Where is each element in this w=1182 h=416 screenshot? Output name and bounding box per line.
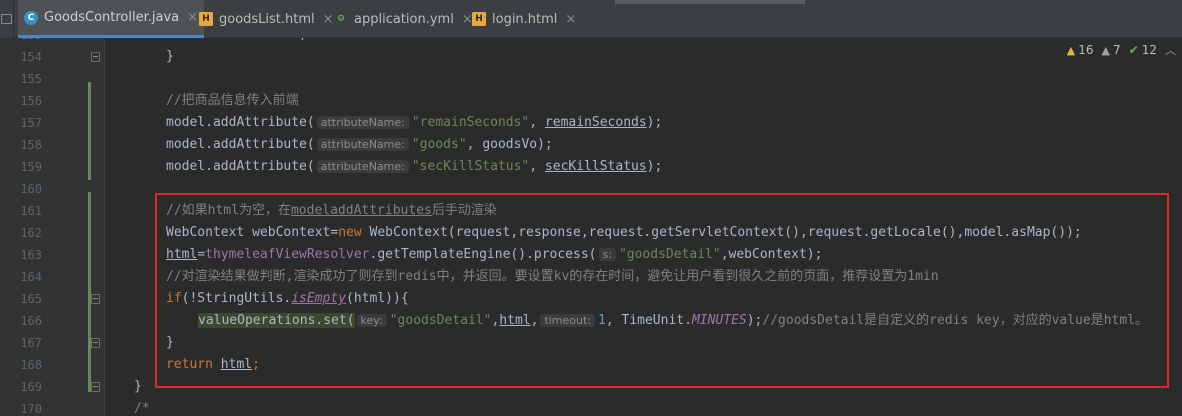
parameter-hint: attributeName: — [316, 116, 409, 129]
line-number: 159 — [20, 160, 42, 174]
tab-goodscontroller[interactable]: C GoodsController.java × — [18, 0, 205, 38]
tab-label: application.yml — [354, 11, 454, 27]
html-file-icon: H — [199, 12, 213, 26]
line-number: 169 — [20, 380, 42, 394]
tab-goodslist[interactable]: H goodsList.html × — [193, 0, 340, 38]
navigation-bar-fragment — [615, 0, 805, 4]
line-number: 168 — [20, 358, 42, 372]
code-line[interactable]: 156 //把商品信息传入前端 — [0, 90, 1182, 112]
line-number: 166 — [20, 314, 42, 328]
line-number: 170 — [20, 402, 42, 416]
tab-label: GoodsController.java — [44, 10, 180, 25]
java-class-icon: C — [24, 10, 38, 25]
code-text: /* — [134, 401, 150, 416]
editor-tab-bar: C GoodsController.java × H goodsList.htm… — [0, 0, 1182, 38]
tab-label: goodsList.html — [219, 11, 315, 27]
code-comment: //把商品信息传入前端 — [166, 93, 299, 108]
parameter-hint: attributeName: — [316, 138, 409, 151]
code-line[interactable]: 159 model.addAttribute(attributeName: "se… — [0, 156, 1182, 178]
fold-icon[interactable] — [91, 338, 100, 348]
close-icon[interactable]: × — [565, 12, 576, 27]
code-line[interactable]: 158 model.addAttribute(attributeName: "go… — [0, 134, 1182, 156]
code-text: } — [166, 49, 174, 64]
code-text: model.addAttribute(attributeName: "remain… — [166, 115, 663, 130]
html-file-icon: H — [472, 12, 486, 26]
line-number: 160 — [20, 182, 42, 196]
line-number: 156 — [20, 94, 42, 108]
line-number: 165 — [20, 292, 42, 306]
line-number: 162 — [20, 226, 42, 240]
fold-icon[interactable] — [91, 52, 100, 62]
code-text: } — [134, 379, 142, 394]
tab-application-yml[interactable]: ⚙ application.yml × — [328, 0, 479, 38]
parameter-hint: attributeName: — [316, 160, 409, 173]
project-tool-window-strip[interactable] — [0, 0, 14, 38]
tab-label: login.html — [492, 11, 558, 27]
tab-login[interactable]: H login.html × — [466, 0, 582, 38]
line-number: 161 — [20, 204, 42, 218]
line-number: 154 — [20, 50, 42, 64]
line-number: 158 — [20, 138, 42, 152]
yml-file-icon: ⚙ — [336, 14, 346, 24]
line-number: 167 — [20, 336, 42, 350]
code-line[interactable]: 154 } — [0, 46, 1182, 68]
code-line[interactable]: 157 model.addAttribute(attributeName: "re… — [0, 112, 1182, 134]
code-line[interactable]: 155 — [0, 68, 1182, 90]
highlight-box — [155, 193, 1169, 388]
line-number: 164 — [20, 270, 42, 284]
line-number: 155 — [20, 72, 42, 86]
code-line[interactable]: 170 /* — [0, 398, 1182, 416]
line-number: 157 — [20, 116, 42, 130]
line-number: 163 — [20, 248, 42, 262]
code-text: model.addAttribute(attributeName: "secKil… — [166, 159, 663, 174]
code-text: model.addAttribute(attributeName: "goods"… — [166, 137, 553, 152]
project-icon[interactable] — [1, 14, 12, 24]
fold-icon[interactable] — [91, 294, 100, 304]
fold-icon[interactable] — [91, 382, 100, 392]
